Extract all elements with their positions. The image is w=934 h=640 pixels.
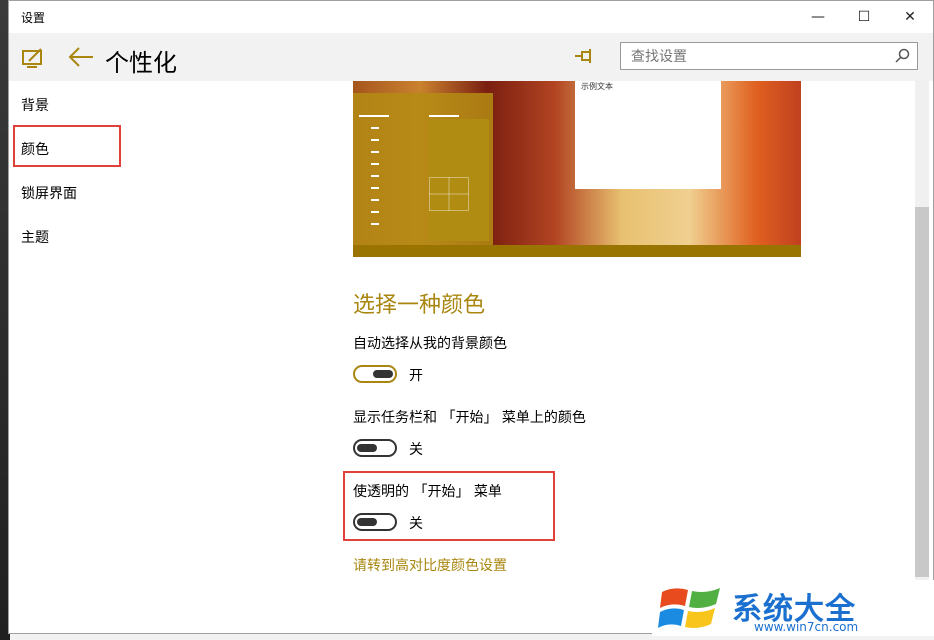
- search-input[interactable]: [629, 47, 883, 67]
- scrollbar-thumb[interactable]: [915, 207, 929, 577]
- search-icon[interactable]: [894, 48, 910, 68]
- search-box[interactable]: [620, 42, 918, 70]
- taskbar-color-state: 关: [409, 442, 423, 458]
- watermark: 系统大全 www.win7cn.com: [652, 580, 934, 636]
- preview-sample-window: 示例文本: [575, 81, 721, 189]
- sidebar-item-themes[interactable]: 主题: [21, 227, 49, 247]
- window-title: 设置: [21, 11, 46, 25]
- toggle-knob: [373, 370, 393, 378]
- auto-color-label: 自动选择从我的背景颜色: [353, 336, 507, 352]
- auto-color-state: 开: [409, 368, 423, 384]
- back-arrow-icon[interactable]: [67, 45, 95, 73]
- personalize-icon: [21, 45, 45, 73]
- page-title: 个性化: [105, 49, 177, 77]
- toggle-knob: [357, 444, 377, 452]
- maximize-button[interactable]: ☐: [841, 1, 887, 33]
- title-bar: 设置 — ☐ ✕: [9, 1, 933, 33]
- colors-highlight-box: [13, 125, 121, 167]
- watermark-url: www.win7cn.com: [754, 620, 859, 634]
- sidebar-item-background[interactable]: 背景: [21, 95, 49, 115]
- main-content: 示例文本 选择一种颜色 自动选择从我的背景颜色 开 显示任务栏和 「开始」 菜单…: [329, 81, 919, 633]
- scrollbar[interactable]: [915, 81, 929, 581]
- color-preview: 示例文本: [353, 81, 801, 257]
- section-title: 选择一种颜色: [353, 293, 486, 318]
- pin-icon[interactable]: [574, 47, 596, 69]
- taskbar-color-label: 显示任务栏和 「开始」 菜单上的颜色: [353, 410, 586, 426]
- sidebar: 背景 颜色 锁屏界面 主题: [9, 81, 330, 633]
- taskbar-color-toggle[interactable]: [353, 439, 397, 457]
- preview-sample-text: 示例文本: [581, 82, 613, 91]
- auto-color-toggle[interactable]: [353, 365, 397, 383]
- windows-logo-icon: [658, 584, 726, 636]
- preview-taskbar: [353, 245, 801, 257]
- page-header: 个性化: [9, 33, 933, 81]
- high-contrast-link[interactable]: 请转到高对比度颜色设置: [353, 555, 507, 575]
- sidebar-item-lockscreen[interactable]: 锁屏界面: [21, 183, 77, 203]
- preview-tiles: [429, 119, 489, 241]
- transparent-highlight-box: [343, 471, 555, 541]
- close-button[interactable]: ✕: [887, 1, 933, 33]
- minimize-button[interactable]: —: [795, 1, 841, 33]
- settings-window: 设置 — ☐ ✕ 个性化 查找设置 背景 颜色 锁屏界面 主题 示例文本 选择一…: [8, 0, 934, 634]
